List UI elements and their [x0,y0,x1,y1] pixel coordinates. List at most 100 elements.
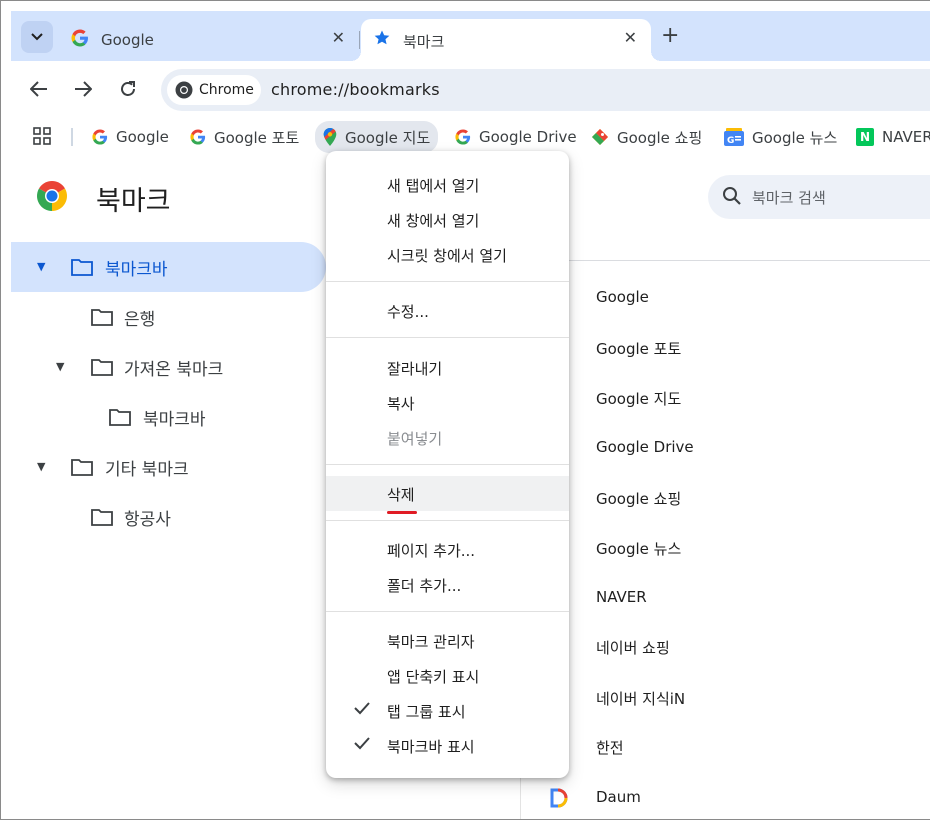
bookmark-label: Google 지도 [345,128,431,147]
bookmark-google-photos[interactable]: Google 포토 [190,126,299,148]
folder-icon [91,358,113,381]
menu-paste: 붙여넣기 [326,420,569,455]
tab-title: Google [101,31,154,49]
menu-item-label: 수정... [387,303,429,321]
menu-separator [326,520,569,521]
tree-item-label: 북마크바 [143,410,206,430]
menu-open-new-window[interactable]: 새 창에서 열기 [326,202,569,237]
menu-show-tab-groups[interactable]: 탭 그룹 표시 [326,693,569,728]
address-bar[interactable]: Chrome chrome://bookmarks [161,69,930,111]
expand-arrow-icon[interactable]: ▼ [37,260,45,273]
back-button[interactable] [27,77,51,101]
bookmark-google-maps[interactable]: Google 지도 [315,121,439,153]
tree-item-label: 북마크바 [105,260,168,280]
bookmark-label: Google [116,128,169,146]
chip-label: Chrome [199,82,254,98]
bookmark-google[interactable]: Google [92,126,169,148]
tree-item-airline[interactable]: 항공사 [11,492,326,542]
annotation-underline [387,511,417,514]
bookmarks-divider [71,128,73,146]
tree-item-bookmarks-bar[interactable]: ▼ 북마크바 [11,242,326,292]
bookmark-label: NAVER [882,128,930,146]
folder-icon [91,308,113,331]
menu-bookmark-manager[interactable]: 북마크 관리자 [326,623,569,658]
list-item[interactable]: Google 쇼핑 [596,488,681,509]
bookmark-google-news[interactable]: G Google 뉴스 [724,126,837,148]
menu-item-label: 잘라내기 [387,360,443,378]
bookmark-label: Google 쇼핑 [617,128,703,147]
list-item[interactable]: 한전 [596,737,624,758]
tree-item-imported-bookmarks-bar[interactable]: 북마크바 [11,392,326,442]
google-g-icon [92,129,108,145]
tab-google[interactable]: Google ✕ [59,19,359,61]
header-divider [521,260,930,261]
reload-button[interactable] [116,77,140,101]
bookmark-label: Google 포토 [214,128,300,147]
tree-item-label: 기타 북마크 [105,460,189,480]
folder-icon [109,408,131,431]
arrow-left-icon [30,81,47,97]
list-item[interactable]: 네이버 지식iN [596,688,685,709]
close-icon[interactable]: ✕ [332,28,345,47]
tab-search-button[interactable] [21,21,53,53]
close-icon[interactable]: ✕ [624,28,637,47]
menu-show-bookmarks-bar[interactable]: 북마크바 표시 [326,728,569,763]
url-text[interactable]: chrome://bookmarks [271,80,440,99]
chrome-logo-icon [37,181,67,215]
menu-item-label: 앱 단축키 표시 [387,668,480,686]
list-item[interactable]: Google 뉴스 [596,538,681,559]
tab-bookmarks[interactable]: 북마크 ✕ [351,19,661,61]
menu-item-label: 새 탭에서 열기 [387,177,480,195]
list-item[interactable]: Google [596,288,649,306]
bookmark-label: Google 뉴스 [752,128,838,147]
context-menu: 새 탭에서 열기 새 창에서 열기 시크릿 창에서 열기 수정... 잘라내기 … [326,151,569,778]
menu-open-new-tab[interactable]: 새 탭에서 열기 [326,167,569,202]
svg-text:G: G [727,136,734,146]
new-tab-button[interactable]: + [661,23,679,48]
bookmark-naver[interactable]: N NAVER [856,126,930,148]
shopping-tag-icon [592,129,608,145]
bookmarks-bar: Google Google 포토 Google 지도 Google Drive [11,119,930,155]
menu-separator [326,611,569,612]
list-item[interactable]: Google Drive [596,438,694,456]
menu-item-label: 탭 그룹 표시 [387,703,466,721]
tree-item-imported[interactable]: ▼ 가져온 북마크 [11,342,326,392]
site-info-chip[interactable]: Chrome [167,75,261,105]
tab-divider [359,31,360,49]
list-item[interactable]: Google 지도 [596,388,681,409]
expand-arrow-icon[interactable]: ▼ [56,360,64,373]
search-placeholder: 북마크 검색 [752,189,826,207]
google-g-icon [71,29,89,51]
menu-delete[interactable]: 삭제 [326,476,569,511]
apps-grid-icon[interactable] [33,127,51,149]
menu-copy[interactable]: 복사 [326,385,569,420]
list-item[interactable]: Google 포토 [596,338,681,359]
tree-item-bank[interactable]: 은행 [11,292,326,342]
menu-item-label: 삭제 [387,486,415,504]
expand-arrow-icon[interactable]: ▼ [37,460,45,473]
tree-item-label: 가져온 북마크 [124,360,224,380]
menu-add-folder[interactable]: 폴더 추가... [326,567,569,602]
search-icon [722,186,742,210]
menu-cut[interactable]: 잘라내기 [326,350,569,385]
menu-item-label: 시크릿 창에서 열기 [387,247,507,265]
tree-item-label: 은행 [124,310,156,330]
chrome-logo-icon [175,81,193,99]
bookmark-google-drive[interactable]: Google Drive [455,126,577,148]
list-item[interactable]: Daum [596,788,641,806]
menu-separator [326,281,569,282]
tree-item-other-bookmarks[interactable]: ▼ 기타 북마크 [11,442,326,492]
forward-button[interactable] [71,77,95,101]
list-item[interactable]: 네이버 쇼핑 [596,637,670,658]
daum-icon [550,788,568,812]
bookmark-search-input[interactable]: 북마크 검색 [708,175,930,219]
folder-icon [71,458,93,481]
list-item[interactable]: NAVER [596,588,647,606]
menu-item-label: 북마크바 표시 [387,738,475,756]
menu-show-apps-shortcut[interactable]: 앱 단축키 표시 [326,658,569,693]
menu-open-incognito[interactable]: 시크릿 창에서 열기 [326,237,569,272]
bookmark-google-shopping[interactable]: Google 쇼핑 [591,126,702,148]
menu-add-page[interactable]: 페이지 추가... [326,532,569,567]
browser-window: Google ✕ 북마크 ✕ + Chrome chrome://bookmar… [0,0,930,820]
menu-edit[interactable]: 수정... [326,293,569,328]
